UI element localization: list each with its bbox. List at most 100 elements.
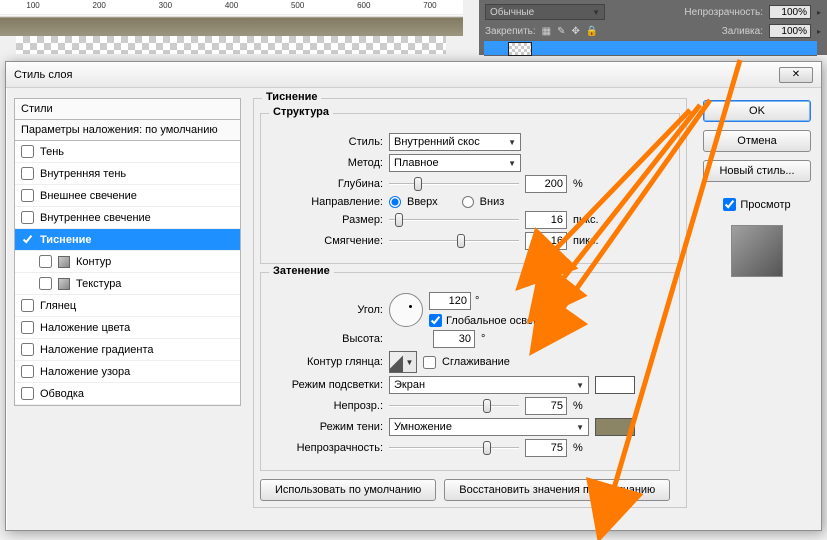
style-row-label: Наложение градиента <box>40 344 154 356</box>
lock-transparent-icon[interactable]: ▦ <box>542 26 551 37</box>
cancel-button[interactable]: Отмена <box>703 130 811 152</box>
preview-checkbox[interactable] <box>723 198 736 211</box>
highlight-color-swatch[interactable] <box>595 376 635 394</box>
style-row-Тиснение[interactable]: Тиснение <box>15 229 240 251</box>
style-checkbox[interactable] <box>21 387 34 400</box>
angle-wheel[interactable] <box>389 293 423 327</box>
effect-settings-area: Тиснение Структура Стиль: Внутренний ско… <box>249 88 693 530</box>
preview-checkbox-row[interactable]: Просмотр <box>723 198 790 211</box>
bevel-style-combo[interactable]: Внутренний скос▼ <box>389 133 521 151</box>
dialog-titlebar[interactable]: Стиль слоя ✕ <box>6 62 821 88</box>
style-checkbox[interactable] <box>21 233 34 246</box>
shadow-color-swatch[interactable] <box>595 418 635 436</box>
style-row-Наложение градиента[interactable]: Наложение градиента <box>15 339 240 361</box>
opacity-label: Непрозрачность: <box>684 7 763 18</box>
bevel-method-combo[interactable]: Плавное▼ <box>389 154 521 172</box>
size-label: Размер: <box>271 214 383 226</box>
dialog-title: Стиль слоя <box>14 69 72 81</box>
lock-move-icon[interactable]: ✥ <box>572 26 580 37</box>
style-checkbox[interactable] <box>21 145 34 158</box>
style-row-label: Глянец <box>40 300 76 312</box>
highlight-mode-combo[interactable]: Экран▼ <box>389 376 589 394</box>
style-checkbox[interactable] <box>39 255 52 268</box>
style-row-Внутренняя тень[interactable]: Внутренняя тень <box>15 163 240 185</box>
depth-input[interactable] <box>525 175 567 193</box>
style-row-label: Внутренняя тень <box>40 168 126 180</box>
direction-label: Направление: <box>271 196 383 208</box>
antialias-checkbox[interactable] <box>423 356 436 369</box>
style-row-Тень[interactable]: Тень <box>15 141 240 163</box>
dialog-action-column: OK Отмена Новый стиль... Просмотр <box>693 88 821 530</box>
style-effect-list: Тень Внутренняя тень Внешнее свечение Внутр… <box>14 141 241 406</box>
horizontal-ruler: 100200300 400500600 700 <box>0 0 463 14</box>
gloss-contour-label: Контур глянца: <box>271 356 383 368</box>
dialog-close-button[interactable]: ✕ <box>779 67 813 83</box>
style-checkbox[interactable] <box>21 365 34 378</box>
sub-style-icon <box>58 256 70 268</box>
fill-value[interactable]: 100% <box>769 24 811 38</box>
shadow-mode-combo[interactable]: Умножение▼ <box>389 418 589 436</box>
angle-label: Угол: <box>271 304 383 316</box>
direction-down-radio[interactable] <box>462 196 474 208</box>
document-canvas-area: 100200300 400500600 700 <box>0 0 463 55</box>
preview-swatch <box>731 225 783 277</box>
layer-style-dialog: Стиль слоя ✕ Стили Параметры наложения: … <box>5 61 822 531</box>
style-row-Наложение узора[interactable]: Наложение узора <box>15 361 240 383</box>
angle-input[interactable] <box>429 292 471 310</box>
size-input[interactable] <box>525 211 567 229</box>
global-light-checkbox[interactable] <box>429 314 442 327</box>
style-checkbox[interactable] <box>21 189 34 202</box>
style-row-Текстура[interactable]: Текстура <box>15 273 240 295</box>
style-row-label: Обводка <box>40 388 84 400</box>
highlight-opacity-slider[interactable] <box>389 399 519 413</box>
style-row-Наложение цвета[interactable]: Наложение цвета <box>15 317 240 339</box>
lock-label: Закрепить: <box>485 26 536 37</box>
make-default-button[interactable]: Использовать по умолчанию <box>260 479 436 501</box>
style-checkbox[interactable] <box>21 299 34 312</box>
direction-up-radio[interactable] <box>389 196 401 208</box>
sub-style-icon <box>58 278 70 290</box>
style-checkbox[interactable] <box>21 211 34 224</box>
lock-all-icon[interactable]: 🔒 <box>586 26 598 37</box>
style-row-label: Внутреннее свечение <box>40 212 151 224</box>
style-row-Внешнее свечение[interactable]: Внешнее свечение <box>15 185 240 207</box>
blending-options-header[interactable]: Параметры наложения: по умолчанию <box>14 120 241 141</box>
gloss-contour-picker[interactable]: ▼ <box>389 351 417 373</box>
shadow-opacity-input[interactable] <box>525 439 567 457</box>
soften-slider[interactable] <box>389 234 519 248</box>
fill-label: Заливка: <box>722 26 763 37</box>
structure-group: Структура Стиль: Внутренний скос▼ Метод:… <box>260 113 680 264</box>
style-row-Внутреннее свечение[interactable]: Внутреннее свечение <box>15 207 240 229</box>
altitude-input[interactable] <box>433 330 475 348</box>
close-icon: ✕ <box>792 69 800 80</box>
style-checkbox[interactable] <box>39 277 52 290</box>
highlight-opacity-input[interactable] <box>525 397 567 415</box>
shadow-opacity-slider[interactable] <box>389 441 519 455</box>
style-row-label: Внешнее свечение <box>40 190 137 202</box>
size-unit: пикс. <box>573 214 607 226</box>
styles-header[interactable]: Стили <box>14 98 241 120</box>
size-slider[interactable] <box>389 213 519 227</box>
ok-button[interactable]: OK <box>703 100 811 122</box>
highlight-opacity-label: Непрозр.: <box>271 400 383 412</box>
style-row-Обводка[interactable]: Обводка <box>15 383 240 405</box>
style-checkbox[interactable] <box>21 343 34 356</box>
style-checkbox[interactable] <box>21 321 34 334</box>
new-style-button[interactable]: Новый стиль... <box>703 160 811 182</box>
lock-brush-icon[interactable]: ✎ <box>557 26 565 37</box>
selected-layer-strip[interactable] <box>484 40 817 56</box>
shading-group: Затенение Угол: ° Глобальное освещение <box>260 272 680 471</box>
style-row-label: Наложение цвета <box>40 322 130 334</box>
style-checkbox[interactable] <box>21 167 34 180</box>
highlight-mode-label: Режим подсветки: <box>271 379 383 391</box>
style-row-label: Наложение узора <box>40 366 130 378</box>
layer-thumbnail <box>508 42 532 56</box>
depth-slider[interactable] <box>389 177 519 191</box>
soften-input[interactable] <box>525 232 567 250</box>
opacity-value[interactable]: 100% <box>769 5 811 19</box>
blend-mode-combo[interactable]: Обычные▼ <box>485 4 605 20</box>
shadow-mode-label: Режим тени: <box>271 421 383 433</box>
style-row-Контур[interactable]: Контур <box>15 251 240 273</box>
style-row-Глянец[interactable]: Глянец <box>15 295 240 317</box>
reset-default-button[interactable]: Восстановить значения по умолчанию <box>444 479 670 501</box>
